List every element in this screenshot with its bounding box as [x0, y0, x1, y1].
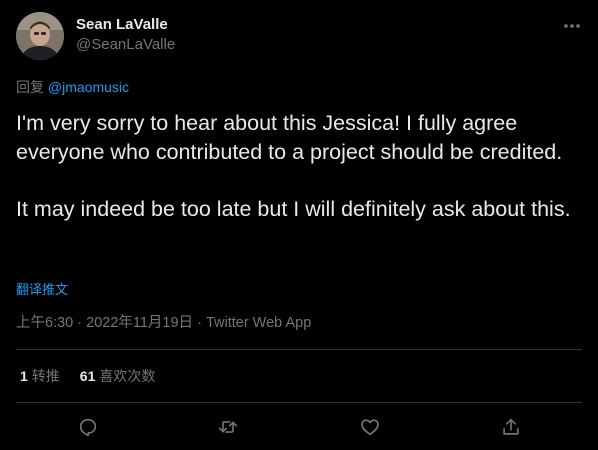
tweet-date[interactable]: 2022年11月19日 [86, 315, 193, 331]
likes-stat[interactable]: 61 喜欢次数 [80, 367, 156, 385]
retweet-button[interactable] [213, 412, 243, 442]
divider [16, 402, 582, 403]
tweet-metadata: 上午6:30 · 2022年11月19日 · Twitter Web App [16, 314, 311, 332]
tweet-source: Twitter Web App [205, 315, 312, 331]
likes-label: 喜欢次数 [99, 368, 156, 384]
share-icon [503, 418, 519, 435]
reply-icon [79, 418, 97, 437]
tweet-paragraph: It may indeed be too late but I will def… [16, 196, 571, 221]
author-name[interactable]: Sean LaValle [76, 16, 168, 34]
meta-separator: · [73, 315, 87, 331]
avatar[interactable] [16, 12, 64, 60]
like-icon [361, 419, 379, 436]
avatar-image [16, 12, 64, 60]
retweets-label: 转推 [31, 368, 60, 384]
tweet-paragraph: I'm very sorry to hear about this Jessic… [16, 111, 563, 164]
author-handle[interactable]: @SeanLaValle [76, 36, 175, 54]
tweet-text: I'm very sorry to hear about this Jessic… [16, 109, 586, 223]
tweet-detail: Sean LaValle @SeanLaValle 回复 @jmaomusic … [0, 0, 598, 450]
reply-prefix: 回复 [16, 79, 44, 95]
tweet-time[interactable]: 上午6:30 [16, 315, 73, 331]
retweets-count: 1 [20, 368, 28, 384]
reply-mention-link[interactable]: @jmaomusic [48, 79, 129, 95]
meta-separator: · [193, 315, 206, 331]
tweet-actions [0, 412, 598, 442]
reply-button[interactable] [73, 412, 103, 442]
divider [16, 349, 582, 350]
translate-tweet-link[interactable]: 翻译推文 [16, 281, 68, 298]
tweet-stats: 1 转推 61 喜欢次数 [20, 367, 155, 385]
retweet-icon [218, 421, 238, 433]
more-button[interactable] [560, 14, 584, 38]
retweets-stat[interactable]: 1 转推 [20, 367, 60, 385]
reply-context: 回复 @jmaomusic [16, 78, 129, 96]
like-button[interactable] [355, 412, 385, 442]
more-icon [564, 24, 580, 28]
likes-count: 61 [79, 368, 96, 384]
share-button[interactable] [496, 412, 526, 442]
